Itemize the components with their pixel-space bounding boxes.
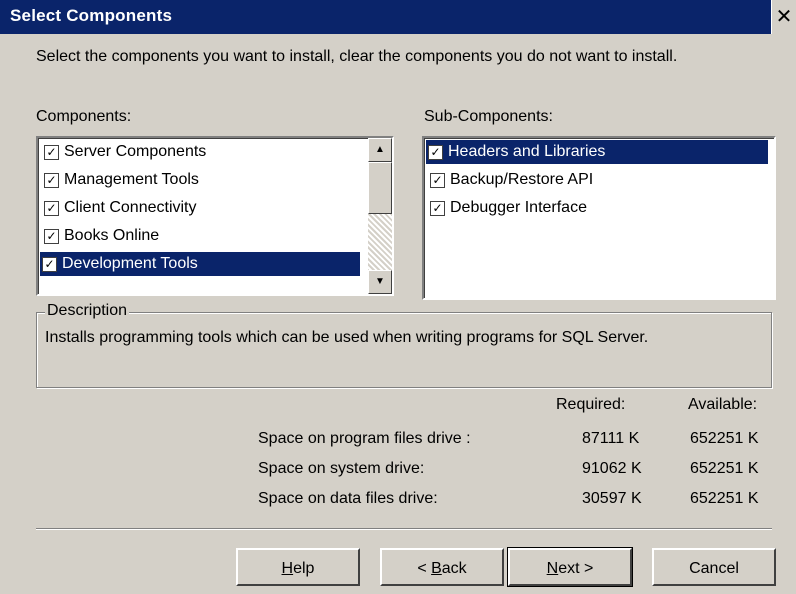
sub-component-item-debugger[interactable]: ✓ Debugger Interface (428, 196, 595, 220)
next-button-suffix: ext > (558, 560, 594, 577)
checkbox-checked-icon[interactable]: ✓ (44, 145, 59, 160)
sub-components-listbox[interactable]: ✓ Headers and Libraries ✓ Backup/Restore… (422, 136, 776, 300)
space-row-label: Space on data files drive: (258, 490, 438, 507)
scrollbar-thumb[interactable] (368, 162, 392, 214)
window-title: Select Components (10, 6, 173, 25)
back-button-mnemonic: B (431, 560, 442, 577)
cancel-button-label: Cancel (689, 560, 739, 577)
component-item-development[interactable]: ✓ Development Tools (40, 252, 360, 276)
space-row-required: 91062 K (582, 460, 642, 477)
space-row-required: 30597 K (582, 490, 642, 507)
space-row-available: 652251 K (690, 430, 759, 447)
sub-component-item-label: Backup/Restore API (450, 171, 594, 188)
back-button-prefix: < (417, 560, 432, 577)
component-item-client[interactable]: ✓ Client Connectivity (42, 196, 342, 220)
components-scrollbar[interactable]: ▲ ▼ (368, 138, 392, 294)
description-groupbox: Description Installs programming tools w… (36, 302, 772, 388)
scroll-down-arrow-icon[interactable]: ▼ (368, 270, 392, 294)
sub-component-item-headers[interactable]: ✓ Headers and Libraries (426, 140, 768, 164)
sub-component-item-label: Headers and Libraries (448, 143, 606, 160)
divider (36, 528, 772, 530)
component-item-server[interactable]: ✓ Server Components (42, 140, 342, 164)
space-row-available: 652251 K (690, 460, 759, 477)
component-item-label: Development Tools (62, 255, 198, 272)
component-item-label: Server Components (64, 143, 207, 160)
space-row-required: 87111 K (582, 430, 640, 447)
close-icon: ✕ (775, 6, 793, 28)
checkbox-checked-icon[interactable]: ✓ (430, 201, 445, 216)
component-item-label: Client Connectivity (64, 199, 197, 216)
checkbox-checked-icon[interactable]: ✓ (42, 257, 57, 272)
help-button-mnemonic: H (281, 560, 294, 577)
checkbox-checked-icon[interactable]: ✓ (430, 173, 445, 188)
space-row-available: 652251 K (690, 490, 759, 507)
sub-component-item-backup[interactable]: ✓ Backup/Restore API (428, 168, 601, 192)
required-header: Required: (556, 396, 626, 413)
instructions-text: Select the components you want to instal… (36, 48, 678, 65)
component-item-management[interactable]: ✓ Management Tools (42, 168, 342, 192)
next-button-mnemonic: N (546, 560, 559, 577)
close-button[interactable]: ✕ (771, 0, 796, 34)
checkbox-checked-icon[interactable]: ✓ (44, 229, 59, 244)
checkbox-checked-icon[interactable]: ✓ (44, 201, 59, 216)
cancel-button[interactable]: Cancel (652, 548, 776, 586)
component-item-label: Books Online (64, 227, 160, 244)
components-label: Components: (36, 108, 132, 125)
available-header: Available: (688, 396, 758, 413)
checkbox-checked-icon[interactable]: ✓ (44, 173, 59, 188)
component-item-books[interactable]: ✓ Books Online (42, 224, 342, 248)
description-legend: Description (45, 302, 130, 320)
help-button-suffix: elp (293, 560, 315, 577)
help-button[interactable]: Help (236, 548, 360, 586)
components-listbox[interactable]: ✓ Server Components ✓ Management Tools ✓… (36, 136, 394, 296)
space-row-label: Space on program files drive : (258, 430, 471, 447)
component-item-label: Management Tools (64, 171, 199, 188)
back-button-suffix: ack (441, 560, 467, 577)
sub-components-label: Sub-Components: (424, 108, 553, 125)
back-button[interactable]: < Back (380, 548, 504, 586)
next-button[interactable]: Next > (507, 547, 633, 587)
scroll-up-arrow-icon[interactable]: ▲ (368, 138, 392, 162)
sub-component-item-label: Debugger Interface (450, 199, 587, 216)
checkbox-checked-icon[interactable]: ✓ (428, 145, 443, 160)
description-text: Installs programming tools which can be … (45, 329, 649, 346)
title-bar: Select Components ✕ (0, 0, 796, 34)
space-row-label: Space on system drive: (258, 460, 425, 477)
